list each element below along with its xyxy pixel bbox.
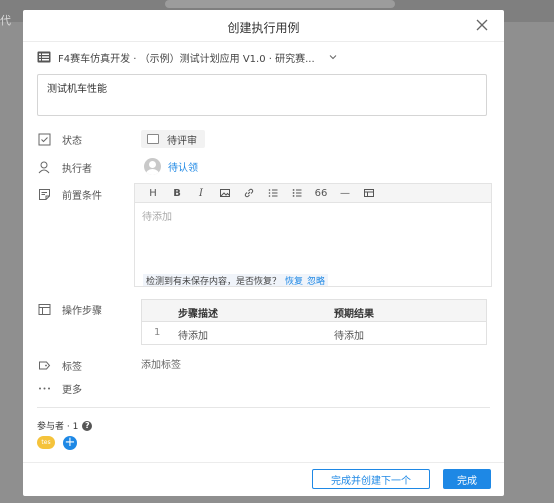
chevron-down-icon	[329, 55, 337, 60]
note-icon	[39, 188, 50, 200]
assignee-selector[interactable]: 待认领	[144, 158, 198, 175]
more-label: 更多	[62, 384, 82, 396]
finish-and-create-next-button[interactable]: 完成并创建下一个	[312, 469, 430, 489]
expected-result-cell[interactable]: 待添加	[334, 327, 364, 342]
link-icon	[244, 188, 254, 198]
close-icon[interactable]	[474, 17, 490, 33]
participant-avatar[interactable]: tes	[37, 436, 55, 449]
italic-button[interactable]: I	[189, 184, 213, 202]
link-button[interactable]	[237, 184, 261, 202]
image-icon	[220, 189, 230, 197]
tags-label: 标签	[62, 361, 82, 373]
assignee-label: 执行者	[62, 163, 92, 175]
bold-button[interactable]: B	[165, 184, 189, 202]
quote-button[interactable]: 66	[309, 184, 333, 202]
help-icon[interactable]: ?	[82, 420, 93, 431]
tag-icon	[39, 361, 51, 369]
dialog-footer: 完成并创建下一个 完成	[23, 462, 504, 496]
more-icon	[39, 387, 50, 389]
case-title-input[interactable]: 测试机车性能	[37, 74, 487, 116]
avatar	[144, 158, 161, 175]
tags-field: 标签	[38, 356, 82, 374]
image-button[interactable]	[213, 184, 237, 202]
plan-selector-text: F4赛车仿真开发 · （示例）测试计划应用 V1.0 · 研究赛...	[58, 53, 315, 65]
background-text: 代	[0, 14, 11, 27]
restore-notice: 检测到有未保存内容，是否恢复？ 恢复 忽略	[143, 274, 329, 287]
step-description-header: 步骤描述	[178, 309, 218, 320]
list-icon	[37, 51, 51, 63]
assignee-field: 执行者	[38, 158, 92, 176]
ordered-list-icon	[268, 189, 278, 197]
ignore-link[interactable]: 忽略	[307, 274, 325, 287]
status-value: 待评审	[167, 135, 197, 147]
status-field: 状态	[38, 130, 82, 148]
bullet-list-button[interactable]	[285, 184, 309, 202]
dialog-title: 创建执行用例	[227, 21, 300, 35]
status-box-icon	[147, 134, 159, 144]
divider-button[interactable]: —	[333, 184, 357, 202]
divider	[37, 407, 490, 408]
status-dropdown[interactable]: 待评审	[141, 130, 205, 148]
status-label: 状态	[62, 135, 82, 147]
steps-table: 步骤描述 预期结果 1 待添加 待添加	[141, 299, 487, 345]
step-number: 1	[154, 327, 161, 338]
table-row[interactable]: 1 待添加 待添加	[142, 322, 486, 345]
table-button[interactable]	[357, 184, 381, 202]
steps-label: 操作步骤	[62, 305, 102, 317]
participants-label: 参与者 · 1	[37, 422, 79, 432]
bullet-list-icon	[292, 189, 302, 197]
table-icon	[364, 189, 374, 197]
precondition-field: 前置条件	[38, 185, 102, 203]
steps-table-header: 步骤描述 预期结果	[142, 300, 486, 322]
layout-icon	[38, 303, 51, 315]
precondition-editor[interactable]: H B I 66 — 待添加 检测到有未保存内容，是否恢复？ 恢复 忽略	[134, 183, 492, 287]
precondition-label: 前置条件	[62, 190, 102, 202]
step-description-cell[interactable]: 待添加	[178, 327, 208, 342]
restore-prompt: 检测到有未保存内容，是否恢复？	[146, 276, 282, 287]
create-execution-case-dialog: 创建执行用例 F4赛车仿真开发 · （示例）测试计划应用 V1.0 · 研究赛.…	[23, 10, 504, 496]
add-participant-button[interactable]: +	[63, 436, 77, 450]
restore-link[interactable]: 恢复	[285, 274, 303, 287]
steps-field: 操作步骤	[38, 300, 102, 318]
finish-button[interactable]: 完成	[443, 469, 491, 489]
ordered-list-button[interactable]	[261, 184, 285, 202]
dialog-header: 创建执行用例	[23, 10, 504, 42]
editor-toolbar: H B I 66 —	[135, 184, 491, 203]
user-icon	[38, 161, 50, 173]
more-field[interactable]: 更多	[38, 379, 82, 397]
participants-header: 参与者 · 1 ?	[37, 419, 93, 432]
add-tag-button[interactable]: 添加标签	[141, 356, 181, 371]
heading-button[interactable]: H	[141, 184, 165, 202]
background-blurred-content	[165, 0, 395, 8]
plan-selector[interactable]: F4赛车仿真开发 · （示例）测试计划应用 V1.0 · 研究赛...	[37, 49, 338, 65]
editor-placeholder: 待添加	[142, 212, 172, 223]
expected-result-header: 预期结果	[334, 309, 374, 320]
checkbox-icon	[38, 133, 51, 145]
assignee-value: 待认领	[168, 163, 198, 174]
